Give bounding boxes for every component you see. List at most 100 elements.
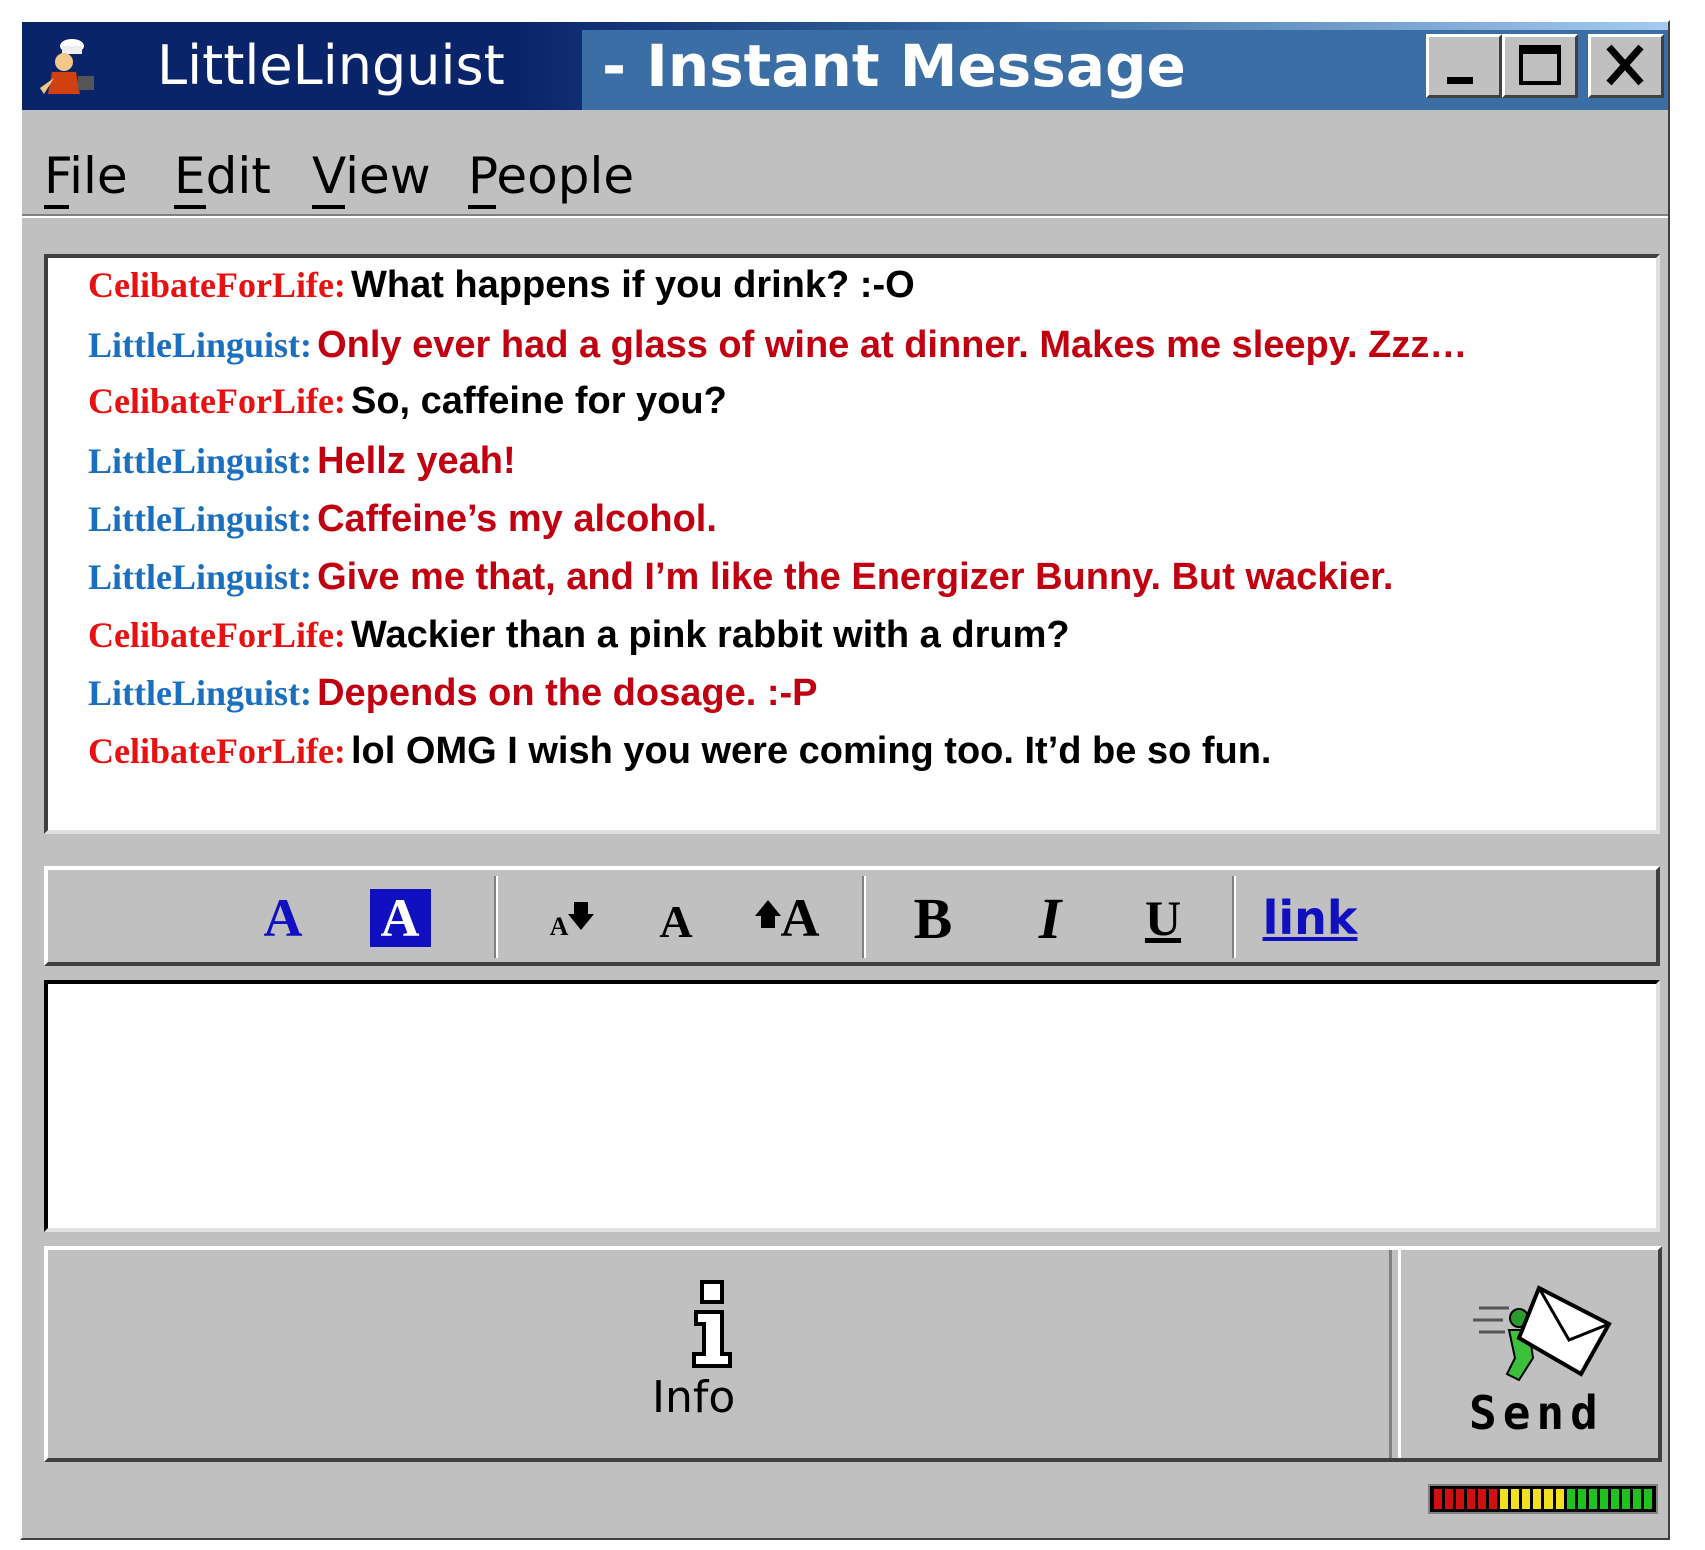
level-segment [1599,1489,1608,1509]
down-arrow-icon [568,902,595,930]
underline-button[interactable]: U [1128,878,1198,958]
level-segment [1621,1489,1630,1509]
menu-edit-rest: dit [205,147,271,205]
menu-people[interactable]: People [468,146,635,209]
level-segment [1511,1489,1520,1509]
chat-message: CelibateForLife: Wackier than a pink rab… [88,614,1070,657]
text-color-button[interactable]: A [248,878,318,958]
menu-people-rest: eople [496,147,635,205]
send-envelope-icon [1473,1285,1612,1382]
close-button[interactable] [1588,34,1664,98]
send-label: Send [1469,1386,1604,1440]
maximize-button[interactable] [1502,34,1578,98]
message-sender: LittleLinguist: [88,557,313,597]
im-window: LittleLinguist - Instant Message File Ed… [20,20,1670,1540]
action-panel: Info Send [44,1246,1662,1462]
minimize-button[interactable] [1426,34,1502,98]
formatting-toolbar: A A A A A B I U link [44,866,1660,966]
toolbar-separator [494,876,498,958]
chat-message: LittleLinguist: Caffeine’s my alcohol. [88,498,717,541]
italic-icon: I [1038,885,1062,951]
message-sender: CelibateForLife: [88,615,346,655]
message-sender: LittleLinguist: [88,673,313,713]
message-text: Caffeine’s my alcohol. [317,498,717,540]
message-text: Give me that, and I’m like the Energizer… [317,556,1394,598]
chat-message: CelibateForLife: So, caffeine for you? [88,380,727,423]
close-icon [1606,44,1644,86]
level-segment [1544,1489,1553,1509]
menu-view[interactable]: View [312,146,431,209]
font-larger-icon: A [780,888,820,948]
message-sender: LittleLinguist: [88,441,313,481]
toolbar-separator [1232,876,1236,958]
level-segment [1522,1489,1531,1509]
message-text: lol OMG I wish you were coming too. It’d… [351,730,1272,772]
link-label: link [1262,891,1358,945]
window-title-suffix: - Instant Message [602,32,1186,100]
title-bar[interactable]: LittleLinguist - Instant Message [22,22,1668,110]
message-sender: CelibateForLife: [88,731,346,771]
level-segment [1643,1489,1652,1509]
menu-view-rest: iew [345,147,431,205]
menu-edit[interactable]: Edit [174,146,271,209]
level-segment [1566,1489,1575,1509]
level-segment [1467,1489,1476,1509]
underline-icon: U [1144,890,1182,946]
aim-running-man-icon [40,39,94,94]
font-normal-icon: A [659,895,693,947]
level-segment [1500,1489,1509,1509]
maximize-icon [1519,45,1561,85]
level-segment [1577,1489,1586,1509]
chat-message: CelibateForLife: What happens if you dri… [88,264,915,307]
normal-font-button[interactable]: A [646,878,706,958]
message-text: Wackier than a pink rabbit with a drum? [351,614,1070,656]
menu-bar: File Edit View People [22,114,1668,218]
bold-button[interactable]: B [898,878,968,958]
level-segment [1533,1489,1542,1509]
chat-message: LittleLinguist: Only ever had a glass of… [88,324,1467,367]
text-color-icon: A [263,888,303,948]
toolbar-separator [862,876,866,958]
warning-level-meter [1428,1484,1658,1514]
decrease-font-button[interactable]: A [532,878,612,958]
menu-file[interactable]: File [44,146,128,209]
message-sender: LittleLinguist: [88,325,313,365]
level-segment [1478,1489,1487,1509]
up-arrow-icon [754,900,781,928]
menu-file-rest: ile [69,147,128,205]
send-button[interactable]: Send [1398,1250,1656,1458]
message-sender: CelibateForLife: [88,265,346,305]
italic-button[interactable]: I [1010,878,1090,958]
info-button[interactable]: Info [52,1250,1392,1458]
increase-font-button[interactable]: A [742,878,832,958]
window-title-username: LittleLinguist [157,34,505,97]
level-segment [1555,1489,1564,1509]
message-text: Only ever had a glass of wine at dinner.… [317,324,1468,366]
message-text: So, caffeine for you? [351,380,727,422]
chat-message: CelibateForLife: lol OMG I wish you were… [88,730,1271,773]
message-sender: LittleLinguist: [88,499,313,539]
chat-message: LittleLinguist: Give me that, and I’m li… [88,556,1393,599]
level-segment [1445,1489,1454,1509]
level-segment [1632,1489,1641,1509]
message-text: Depends on the dosage. :-P [317,672,818,714]
chat-message: LittleLinguist: Depends on the dosage. :… [88,672,818,715]
level-segment [1434,1489,1443,1509]
info-icon [692,1280,732,1368]
message-text: What happens if you drink? :-O [351,264,915,306]
background-color-icon: A [369,889,431,947]
background-color-button[interactable]: A [360,878,440,958]
font-smaller-icon: A [549,912,569,941]
conversation-log[interactable]: CelibateForLife: What happens if you dri… [44,254,1660,834]
level-segment [1588,1489,1597,1509]
level-segment [1489,1489,1498,1509]
level-segment [1456,1489,1465,1509]
message-input[interactable] [44,980,1660,1232]
message-sender: CelibateForLife: [88,381,346,421]
bold-icon: B [913,885,953,951]
level-segment [1610,1489,1619,1509]
insert-link-button[interactable]: link [1262,878,1358,958]
chat-message: LittleLinguist: Hellz yeah! [88,440,516,483]
message-text: Hellz yeah! [317,440,516,482]
minimize-icon [1447,77,1473,84]
